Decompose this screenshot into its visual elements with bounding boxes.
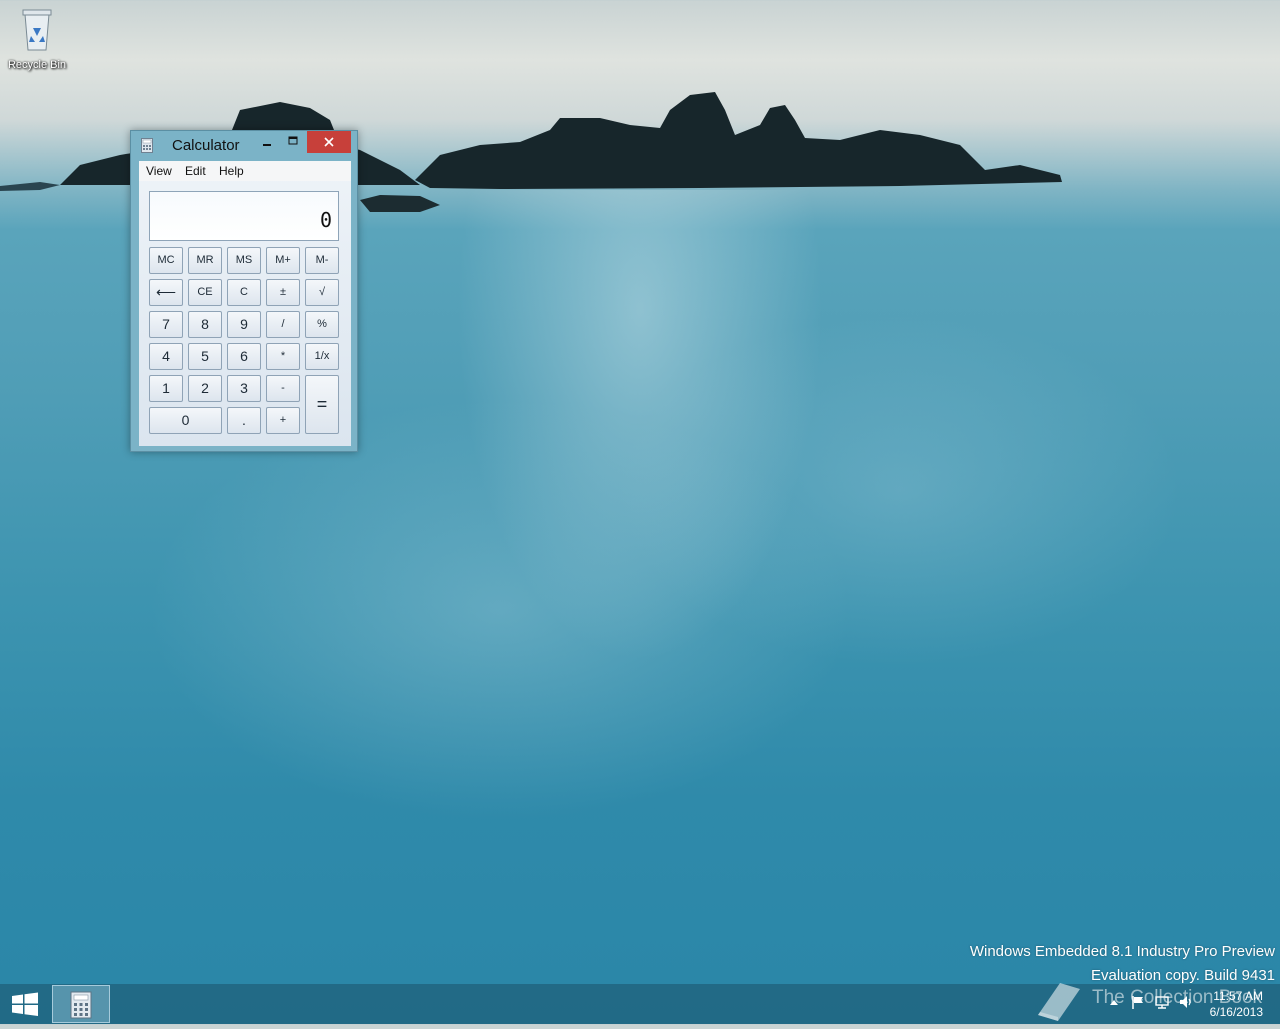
- calculator-window: Calculator View Edit Help 0 MC MR MS M+ …: [130, 130, 358, 452]
- square-root-button[interactable]: √: [305, 279, 339, 306]
- menu-help[interactable]: Help: [219, 164, 244, 178]
- taskbar-calculator-button[interactable]: [52, 985, 110, 1023]
- watermark-edition: Windows Embedded 8.1 Industry Pro Previe…: [969, 943, 1275, 960]
- calculator-icon: [70, 991, 92, 1019]
- maximize-icon: [288, 136, 298, 145]
- close-button[interactable]: [307, 131, 351, 153]
- plus-minus-button[interactable]: ±: [266, 279, 300, 306]
- digit-5-button[interactable]: 5: [188, 343, 222, 370]
- divide-button[interactable]: /: [266, 311, 300, 338]
- book-logo-icon: [1038, 983, 1080, 1021]
- reciprocal-button[interactable]: 1/x: [305, 343, 339, 370]
- recycle-bin-icon: [22, 9, 52, 51]
- add-button[interactable]: +: [266, 407, 300, 434]
- close-icon: [324, 137, 334, 147]
- display-value: 0: [319, 208, 332, 232]
- clear-entry-button[interactable]: CE: [188, 279, 222, 306]
- digit-0-button[interactable]: 0: [149, 407, 222, 434]
- equals-button[interactable]: =: [305, 375, 339, 434]
- digit-7-button[interactable]: 7: [149, 311, 183, 338]
- digit-6-button[interactable]: 6: [227, 343, 261, 370]
- memory-add-button[interactable]: M+: [266, 247, 300, 274]
- decimal-button[interactable]: .: [227, 407, 261, 434]
- digit-1-button[interactable]: 1: [149, 375, 183, 402]
- digit-3-button[interactable]: 3: [227, 375, 261, 402]
- memory-clear-button[interactable]: MC: [149, 247, 183, 274]
- calculator-client-area: View Edit Help 0 MC MR MS M+ M- ⟵ CE C ±…: [139, 161, 351, 446]
- menu-view[interactable]: View: [146, 164, 172, 178]
- minimize-button[interactable]: [254, 131, 280, 153]
- memory-store-button[interactable]: MS: [227, 247, 261, 274]
- recycle-bin-desktop-icon[interactable]: Recycle Bin: [4, 6, 70, 71]
- minimize-icon: [263, 144, 271, 146]
- digit-8-button[interactable]: 8: [188, 311, 222, 338]
- maximize-button[interactable]: [280, 131, 306, 153]
- multiply-button[interactable]: *: [266, 343, 300, 370]
- subtract-button[interactable]: -: [266, 375, 300, 402]
- memory-recall-button[interactable]: MR: [188, 247, 222, 274]
- recycle-bin-label: Recycle Bin: [7, 59, 67, 71]
- clear-button[interactable]: C: [227, 279, 261, 306]
- brand-text: The Collection Book: [1092, 987, 1263, 1008]
- menu-edit[interactable]: Edit: [185, 164, 206, 178]
- start-button[interactable]: [0, 984, 50, 1024]
- digit-9-button[interactable]: 9: [227, 311, 261, 338]
- calculator-display: 0: [149, 191, 339, 241]
- collection-book-watermark: The Collection Book: [1030, 975, 1270, 1025]
- backspace-button[interactable]: ⟵: [149, 279, 183, 306]
- percent-button[interactable]: %: [305, 311, 339, 338]
- window-title: Calculator: [172, 137, 240, 154]
- calculator-titlebar[interactable]: Calculator: [131, 131, 357, 161]
- calculator-app-icon: [141, 138, 153, 153]
- digit-2-button[interactable]: 2: [188, 375, 222, 402]
- digit-4-button[interactable]: 4: [149, 343, 183, 370]
- memory-subtract-button[interactable]: M-: [305, 247, 339, 274]
- menu-bar: View Edit Help: [139, 161, 351, 181]
- windows-logo-icon: [12, 992, 38, 1016]
